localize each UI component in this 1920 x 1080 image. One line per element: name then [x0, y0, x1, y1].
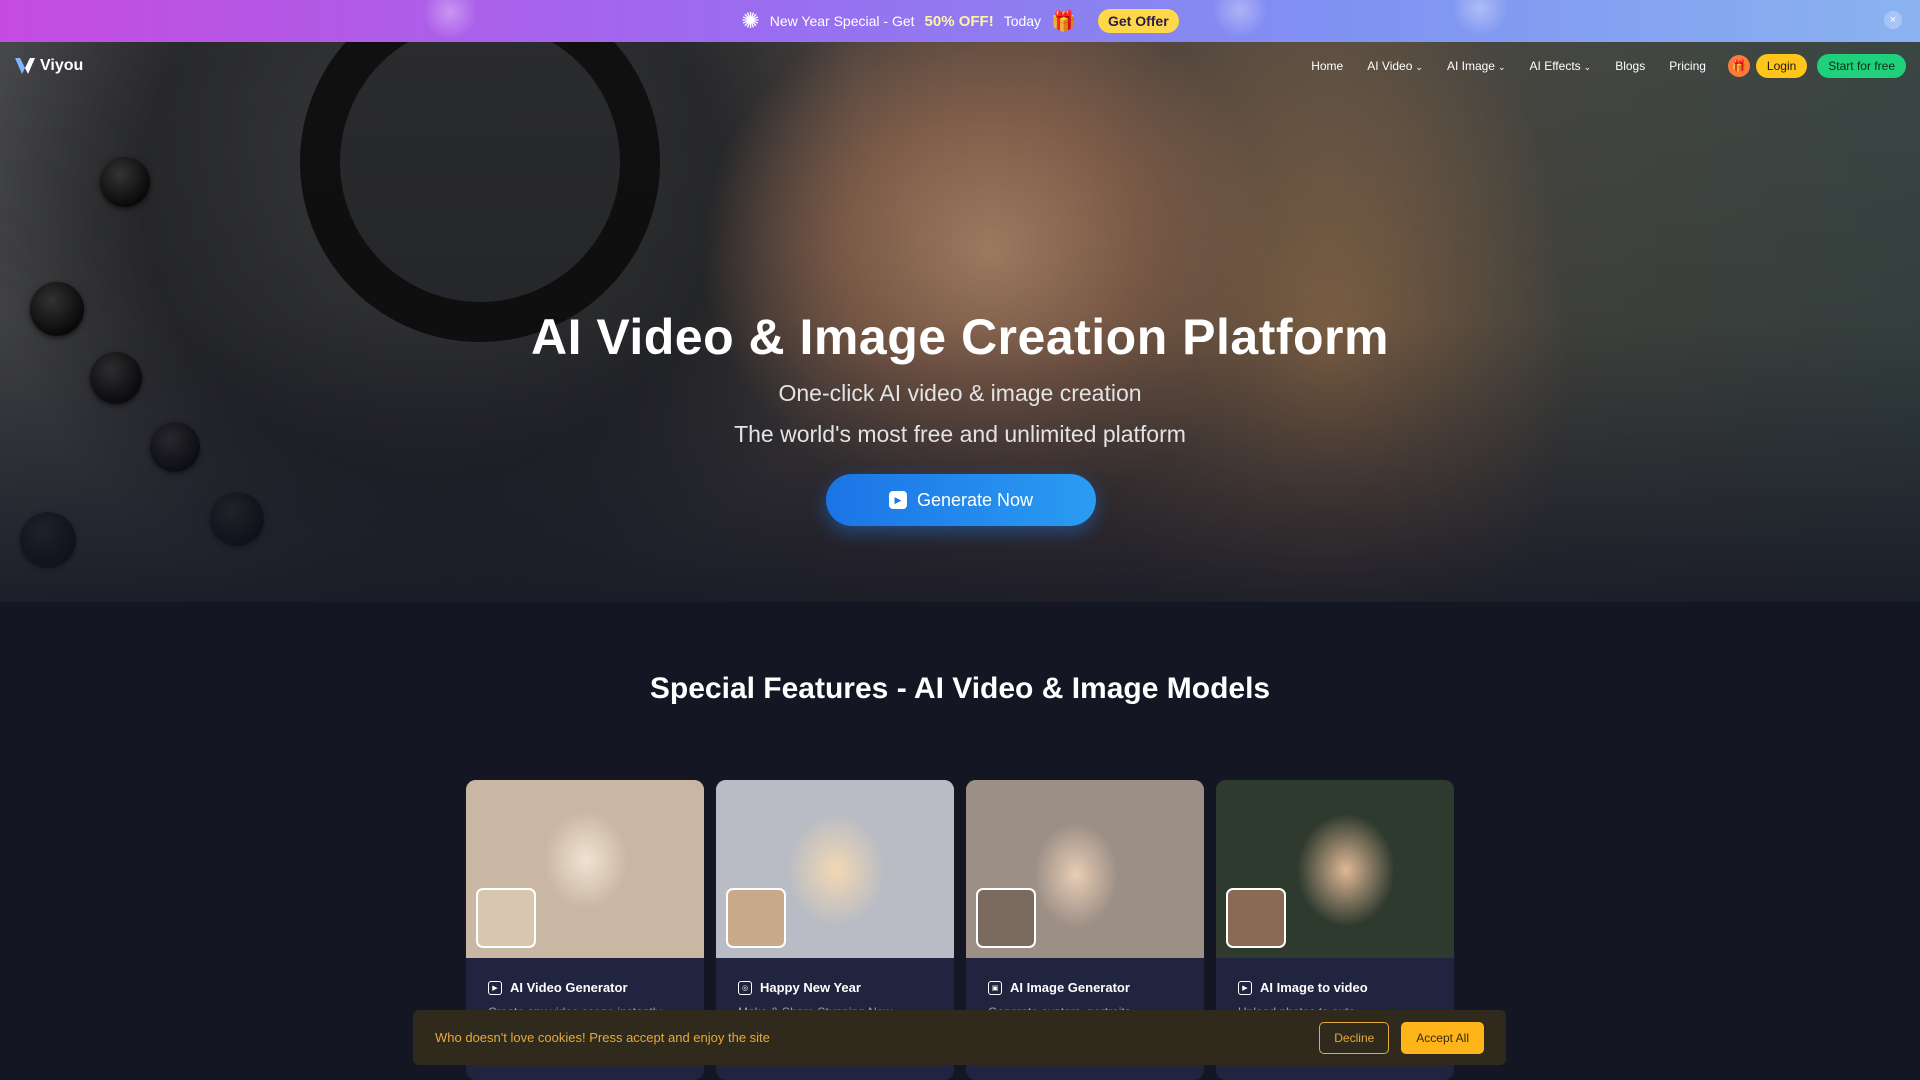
- logo-text: Viyou: [40, 57, 84, 74]
- image-icon: ▣: [988, 980, 1002, 995]
- firework-icon: ✺: [741, 8, 760, 33]
- play-icon: ▶: [888, 491, 907, 509]
- nav-item-label: AI Image: [1446, 59, 1495, 73]
- gift-icon[interactable]: 🎁: [1727, 55, 1750, 77]
- cookie-banner: Who doesn't love cookies! Press accept a…: [413, 1010, 1506, 1065]
- generate-now-label: Generate Now: [916, 489, 1034, 510]
- nav-item-home[interactable]: Home: [1299, 59, 1355, 73]
- hero-text: AI Video & Image Creation Platform One-c…: [0, 308, 1920, 448]
- decline-button[interactable]: Decline: [1319, 1021, 1390, 1054]
- card-title: ▣ AI Image Generator: [966, 958, 1204, 995]
- card-image: [716, 780, 954, 958]
- promo-today: Today: [1003, 13, 1042, 29]
- chevron-down-icon: ⌄: [1415, 62, 1423, 72]
- card-title-text: Happy New Year: [760, 980, 861, 995]
- close-icon[interactable]: ×: [1884, 11, 1902, 29]
- hero-subtitle-2: The world's most free and unlimited plat…: [734, 421, 1186, 447]
- firework-decoration: [1210, 0, 1270, 40]
- gift-icon: 🎁: [1051, 10, 1076, 33]
- card-image: [1216, 780, 1454, 958]
- card-image: [966, 780, 1204, 958]
- party-icon: ◎: [738, 980, 752, 995]
- video-icon: ▶: [488, 980, 502, 995]
- firework-decoration: [1450, 0, 1510, 38]
- card-thumbnail: [476, 888, 536, 948]
- login-button[interactable]: Login: [1755, 54, 1808, 78]
- top-navigation: Viyou Home AI Video ⌄ AI Image ⌄ AI Effect…: [0, 42, 1920, 94]
- card-title: ▶ AI Video Generator: [466, 958, 704, 995]
- nav-item-label: AI Video: [1367, 59, 1413, 73]
- get-offer-button[interactable]: Get Offer: [1097, 9, 1179, 33]
- card-image: [466, 780, 704, 958]
- nav-item-ai-video[interactable]: AI Video ⌄: [1355, 59, 1435, 73]
- hero-title: AI Video & Image Creation Platform: [531, 309, 1389, 365]
- card-title: ◎ Happy New Year: [716, 958, 954, 995]
- promo-banner: ✺ New Year Special - Get 50% OFF! Today …: [0, 0, 1920, 42]
- image-to-video-icon: ▶: [1238, 980, 1252, 995]
- nav-item-label: Blogs: [1615, 59, 1646, 73]
- nav-item-ai-image[interactable]: AI Image ⌄: [1435, 59, 1518, 73]
- chevron-down-icon: ⌄: [1497, 62, 1506, 72]
- start-for-free-button[interactable]: Start for free: [1817, 54, 1906, 78]
- cookie-text: Who doesn't love cookies! Press accept a…: [435, 1030, 770, 1045]
- card-thumbnail: [726, 888, 786, 948]
- hero-subtitle: One-click AI video & image creation: [778, 380, 1142, 406]
- promo-discount: 50% OFF!: [924, 12, 994, 30]
- card-title-text: AI Image Generator: [1010, 980, 1130, 995]
- nav-item-ai-effects[interactable]: AI Effects ⌄: [1518, 59, 1604, 73]
- firework-decoration: [420, 0, 480, 42]
- card-thumbnail: [976, 888, 1036, 948]
- generate-now-button[interactable]: ▶ Generate Now: [826, 474, 1096, 526]
- logo[interactable]: Viyou: [14, 56, 83, 76]
- logo-icon: [15, 58, 35, 74]
- card-title-text: AI Image to video: [1260, 980, 1368, 995]
- nav-item-label: AI Effects: [1529, 59, 1581, 73]
- chevron-down-icon: ⌄: [1583, 62, 1592, 72]
- card-title: ▶ AI Image to video: [1216, 958, 1454, 995]
- nav-item-blogs[interactable]: Blogs: [1603, 59, 1657, 73]
- nav-item-label: Home: [1311, 59, 1344, 73]
- card-thumbnail: [1226, 888, 1286, 948]
- nav-item-label: Pricing: [1669, 59, 1706, 73]
- card-title-text: AI Video Generator: [510, 980, 628, 995]
- nav-item-pricing[interactable]: Pricing: [1657, 59, 1718, 73]
- promo-text: New Year Special - Get: [769, 13, 915, 29]
- features-title: Special Features - AI Video & Image Mode…: [649, 672, 1271, 705]
- nav-menu: Home AI Video ⌄ AI Image ⌄ AI Effects ⌄ Blo…: [1299, 54, 1906, 78]
- accept-all-button[interactable]: Accept All: [1401, 1021, 1484, 1054]
